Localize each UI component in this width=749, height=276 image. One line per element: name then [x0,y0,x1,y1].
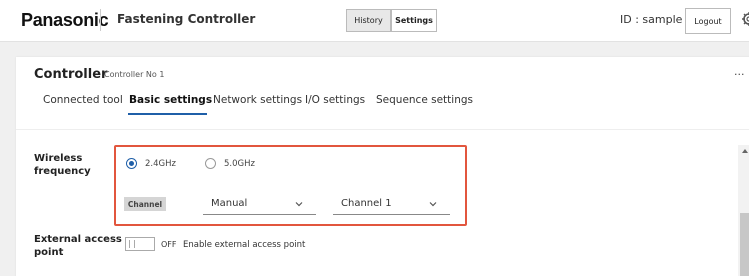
tab-network-settings[interactable]: Network settings [213,94,302,106]
settings-button[interactable]: Settings [391,9,437,32]
user-id-label: ID : sample [620,13,683,26]
radio-2-4ghz-label: 2.4GHz [145,159,176,169]
external-access-toggle[interactable] [125,237,155,251]
radio-5-0ghz[interactable] [205,158,216,169]
external-access-label: External access point [34,233,122,259]
wireless-frequency-label: Wireless frequency [34,152,91,178]
chevron-down-icon [429,202,437,207]
channel-mode-select[interactable]: Manual [203,193,316,215]
wireless-label-line2: frequency [34,166,91,177]
toggle-state-label: OFF [161,240,177,249]
app-header: Panasonic Fastening Controller History S… [0,0,749,42]
external-label-line2: point [34,247,64,258]
external-label-line1: External access [34,234,122,245]
logout-button[interactable]: Logout [685,8,731,34]
tab-basic-settings[interactable]: Basic settings [129,94,212,106]
card-title: Controller [34,67,108,82]
tab-connected-tool[interactable]: Connected tool [43,94,123,106]
scroll-thumb[interactable] [740,213,749,276]
settings-tabs: Connected tool Basic settings Network se… [16,94,749,116]
scrollbar[interactable] [738,145,749,276]
wireless-label-line1: Wireless [34,153,83,164]
radio-2-4ghz[interactable] [126,158,137,169]
tabs-divider [16,129,749,130]
channel-mode-value: Manual [211,198,248,209]
header-separator [100,9,101,31]
app-title: Fastening Controller [117,12,256,26]
active-tab-indicator [128,113,207,115]
chevron-down-icon [295,202,303,207]
tab-sequence-settings[interactable]: Sequence settings [376,94,473,106]
history-button[interactable]: History [346,9,391,32]
channel-number-select[interactable]: Channel 1 [333,193,450,215]
toggle-description: Enable external access point [183,240,306,250]
brand-logo: Panasonic [21,10,109,30]
controller-card: Controller Controller No 1 ... Connected… [16,57,749,276]
more-menu-icon[interactable]: ... [734,65,745,78]
card-subtitle: Controller No 1 [104,70,165,79]
radio-5-0ghz-label: 5.0GHz [224,159,255,169]
channel-tag: Channel [124,197,166,211]
gear-icon[interactable] [741,11,749,27]
toggle-knob [129,240,135,248]
tab-io-settings[interactable]: I/O settings [305,94,365,106]
channel-number-value: Channel 1 [341,198,392,209]
scroll-up-icon[interactable] [742,149,748,153]
